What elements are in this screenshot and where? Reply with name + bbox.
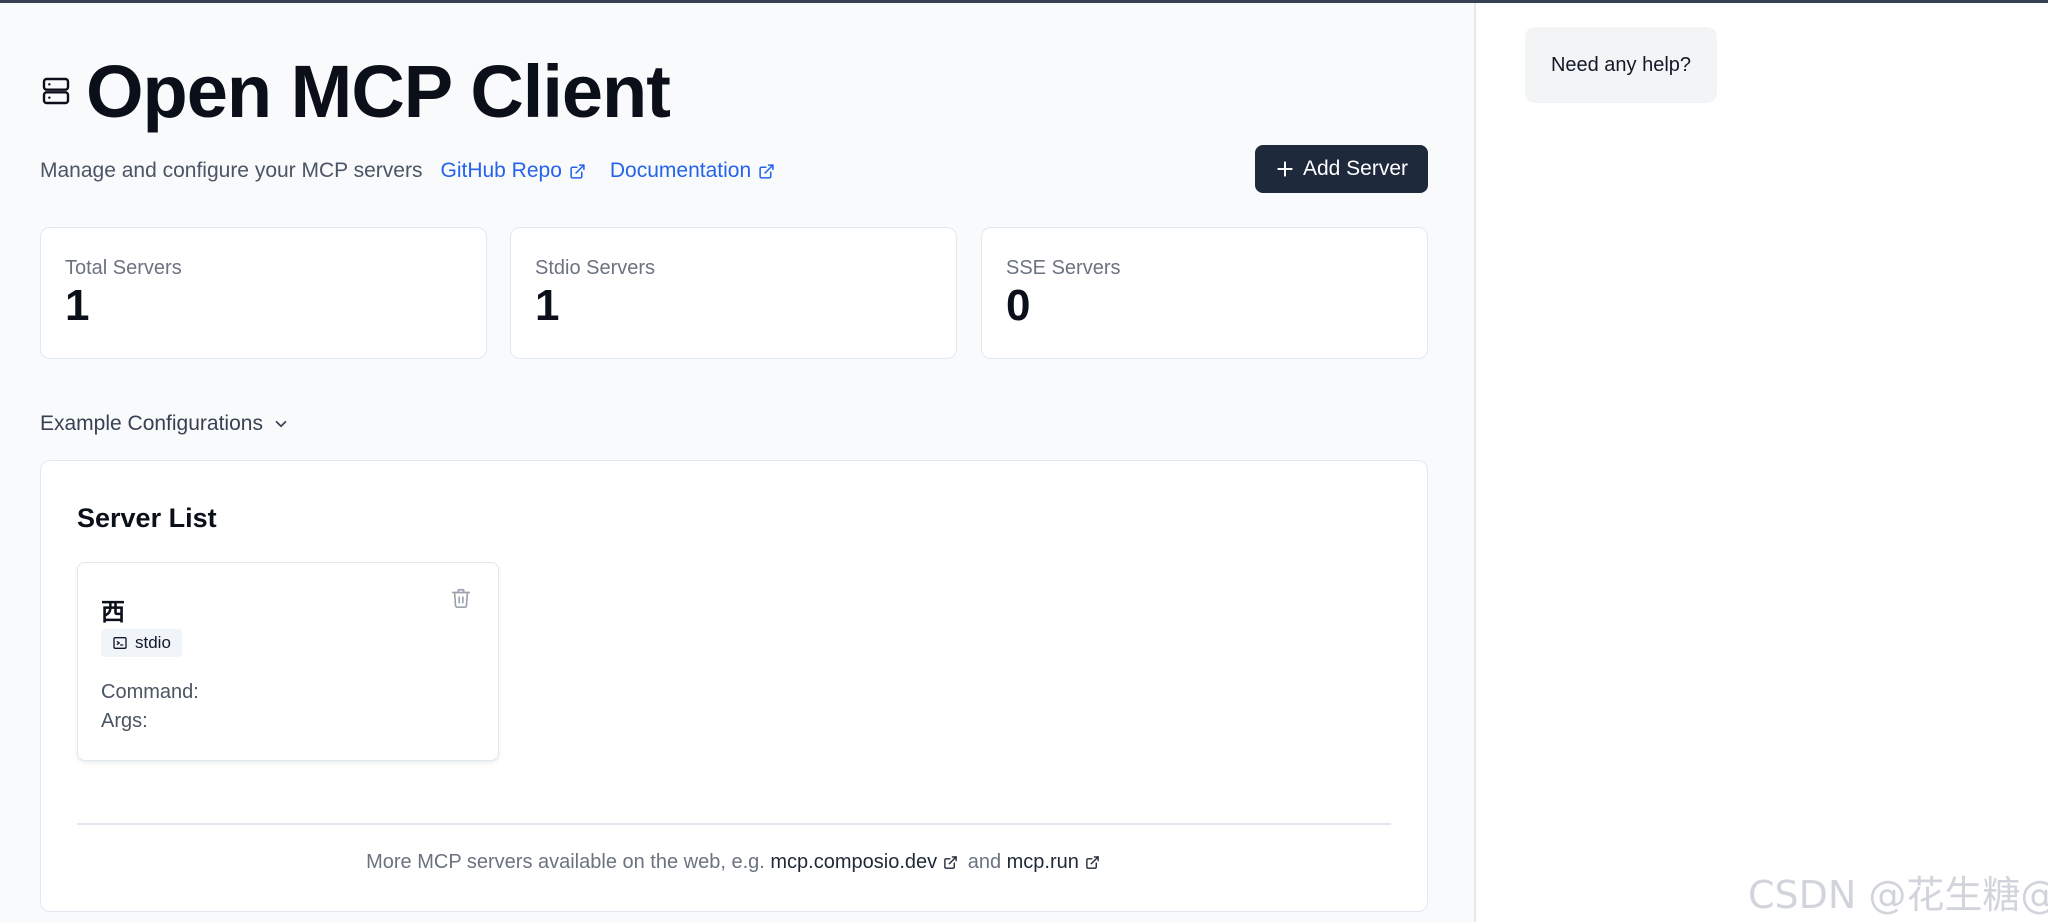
stat-label: Stdio Servers	[535, 257, 656, 279]
help-suggestion-label: Need any help?	[1550, 53, 1692, 76]
add-server-button[interactable]: Add Server	[1255, 145, 1428, 193]
server-card: 西 stdio Command: Args:	[77, 562, 499, 761]
more-servers-prefix: More MCP servers available on the web, e…	[366, 851, 765, 873]
terminal-icon	[113, 637, 127, 649]
external-link-icon	[759, 163, 774, 179]
stat-card-sse-servers: SSE Servers 0	[981, 227, 1428, 359]
divider	[77, 823, 1391, 825]
external-link-icon	[1086, 856, 1099, 869]
watermark: CSDN @花生糖@	[1748, 873, 2048, 917]
trash-icon	[451, 588, 471, 608]
server-list-panel: Server List 西 stdio Command: Args: More …	[40, 460, 1428, 912]
server-command-label: Command:	[101, 681, 199, 703]
page-title: Open MCP Client	[86, 49, 671, 133]
delete-server-button[interactable]	[450, 587, 474, 611]
stat-value: 0	[1006, 281, 1031, 330]
composio-link-label: mcp.composio.dev	[770, 851, 938, 873]
stat-value: 1	[65, 281, 90, 330]
stat-value: 1	[535, 281, 560, 330]
documentation-link-label: Documentation	[609, 159, 752, 182]
composio-link[interactable]: mcp.composio.dev	[770, 851, 962, 874]
example-configurations-toggle[interactable]: Example Configurations	[40, 409, 290, 439]
help-suggestion-button[interactable]: Need any help?	[1525, 27, 1717, 103]
server-name: 西	[101, 598, 125, 626]
chat-side-panel: Need any help? CSDN @花生糖@	[1474, 3, 2048, 922]
stat-card-total-servers: Total Servers 1	[40, 227, 487, 359]
external-link-icon	[944, 856, 957, 869]
chevron-down-icon	[275, 420, 287, 428]
subtitle-row: Manage and configure your MCP servers Gi…	[40, 156, 799, 186]
add-server-button-label: Add Server	[1302, 157, 1409, 180]
more-servers-note: More MCP servers available on the web, e…	[41, 851, 1429, 874]
stat-label: Total Servers	[65, 257, 182, 279]
github-repo-link[interactable]: GitHub Repo	[440, 159, 585, 183]
server-icon	[40, 74, 74, 108]
documentation-link[interactable]: Documentation	[610, 159, 775, 183]
external-link-icon	[570, 163, 585, 179]
github-repo-link-label: GitHub Repo	[440, 159, 562, 182]
server-args-label: Args:	[101, 710, 148, 732]
mcp-run-link-label: mcp.run	[1006, 851, 1079, 873]
example-configurations-label: Example Configurations	[40, 412, 263, 435]
mcp-run-link[interactable]: mcp.run	[1007, 851, 1104, 874]
plus-icon	[1275, 159, 1295, 179]
title-row: Open MCP Client	[40, 49, 671, 133]
more-servers-conjunction: and	[967, 851, 1002, 873]
subtitle: Manage and configure your MCP servers	[40, 159, 423, 182]
server-type-label: stdio	[135, 633, 171, 652]
server-list-title: Server List	[77, 503, 217, 533]
stat-label: SSE Servers	[1006, 257, 1121, 279]
stat-card-stdio-servers: Stdio Servers 1	[510, 227, 957, 359]
main-content: Open MCP Client Manage and configure you…	[0, 3, 1474, 922]
server-type-badge: stdio	[101, 629, 182, 657]
